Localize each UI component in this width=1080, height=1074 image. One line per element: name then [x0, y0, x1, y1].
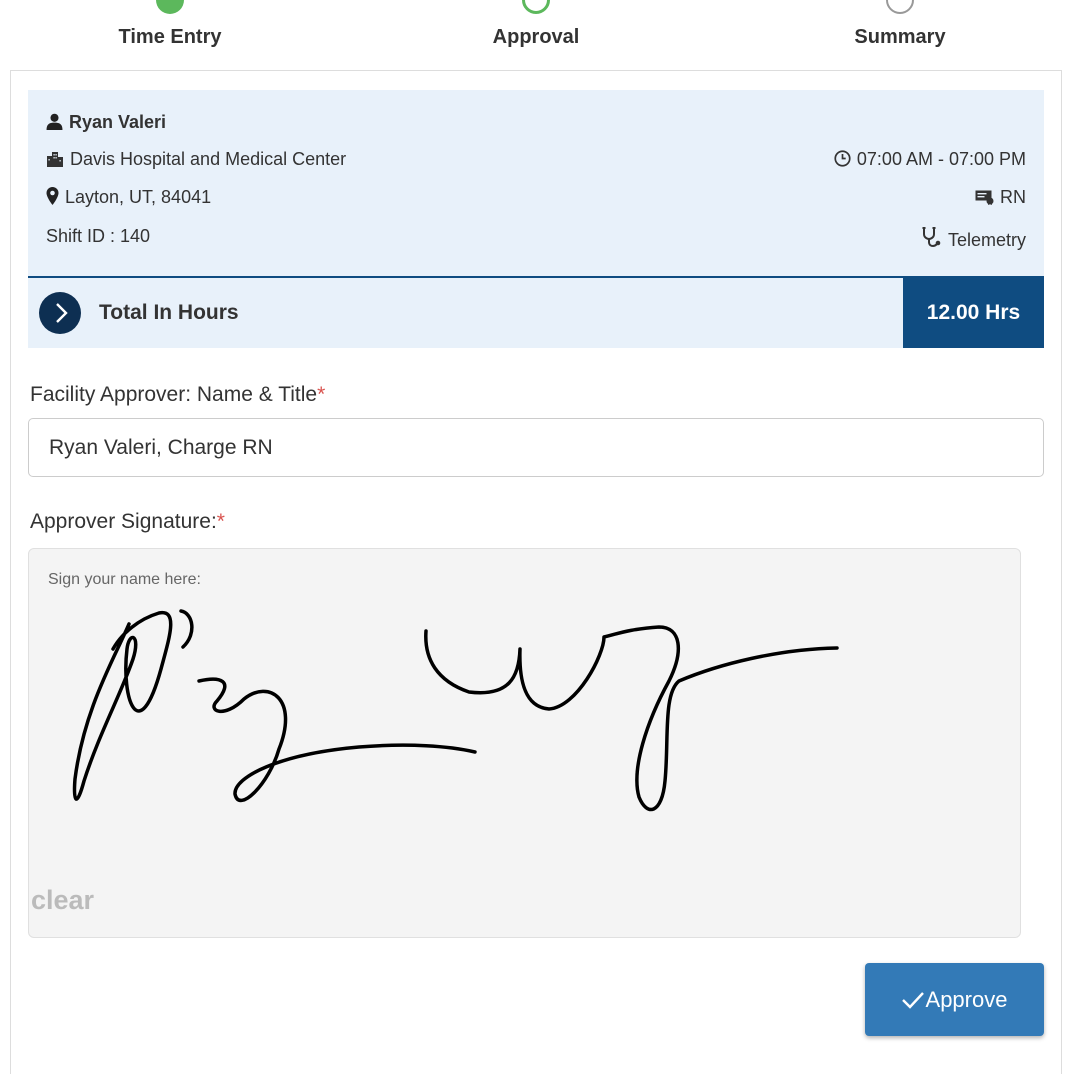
unit-row: Telemetry — [920, 226, 1026, 251]
role-text: RN — [1000, 187, 1026, 207]
chevron-right-icon — [56, 303, 68, 323]
approver-label-text: Facility Approver: Name & Title — [30, 383, 318, 406]
location-text: Layton, UT, 84041 — [65, 187, 212, 207]
location-row: Layton, UT, 84041 — [46, 187, 211, 208]
shift-id: Shift ID : 140 — [46, 226, 151, 246]
shift-info-card: Ryan Valeri Davis Hospital and Medical C… — [28, 90, 1044, 278]
check-icon — [901, 991, 924, 1009]
user-icon — [46, 113, 63, 130]
role-row: RN — [975, 187, 1026, 208]
progress-stepper: Time Entry Approval Summary — [0, 0, 1080, 70]
step-label: Time Entry — [118, 26, 222, 48]
signature-pad[interactable]: Sign your name here: clear — [28, 548, 1021, 938]
approve-button[interactable]: Approve — [865, 963, 1044, 1036]
step-label: Summary — [854, 26, 946, 48]
total-hours-value: 12.00 Hrs — [903, 278, 1044, 348]
clear-signature-button[interactable]: clear — [31, 885, 94, 916]
signature-label-text: Approver Signature: — [30, 510, 217, 533]
step-pending-indicator — [886, 0, 914, 14]
facility-row: Davis Hospital and Medical Center — [46, 149, 346, 170]
stethoscope-icon — [922, 227, 941, 248]
facility-name: Davis Hospital and Medical Center — [70, 149, 347, 169]
shift-time-row: 07:00 AM - 07:00 PM — [834, 149, 1026, 170]
map-marker-icon — [46, 187, 59, 205]
badge-icon — [975, 190, 994, 205]
expand-toggle[interactable] — [39, 292, 81, 334]
worker-name-row: Ryan Valeri — [46, 112, 166, 133]
signature-drawing — [72, 609, 839, 812]
approve-button-label: Approve — [925, 986, 1008, 1012]
building-icon — [47, 152, 63, 167]
total-hours-label: Total In Hours — [99, 301, 239, 324]
shift-time: 07:00 AM - 07:00 PM — [856, 149, 1026, 169]
required-marker: * — [216, 510, 225, 533]
unit-text: Telemetry — [947, 230, 1026, 250]
step-done-indicator — [156, 0, 184, 14]
worker-name: Ryan Valeri — [69, 112, 167, 132]
step-active-indicator — [522, 0, 550, 14]
signature-field-label: Approver Signature:* — [30, 510, 225, 534]
approver-name-input[interactable] — [28, 418, 1044, 477]
total-hours-bar[interactable]: Total In Hours 12.00 Hrs — [28, 278, 1044, 348]
required-marker: * — [317, 383, 326, 406]
approver-field-label: Facility Approver: Name & Title* — [30, 383, 325, 407]
clock-icon — [834, 150, 851, 167]
step-label: Approval — [492, 26, 580, 48]
